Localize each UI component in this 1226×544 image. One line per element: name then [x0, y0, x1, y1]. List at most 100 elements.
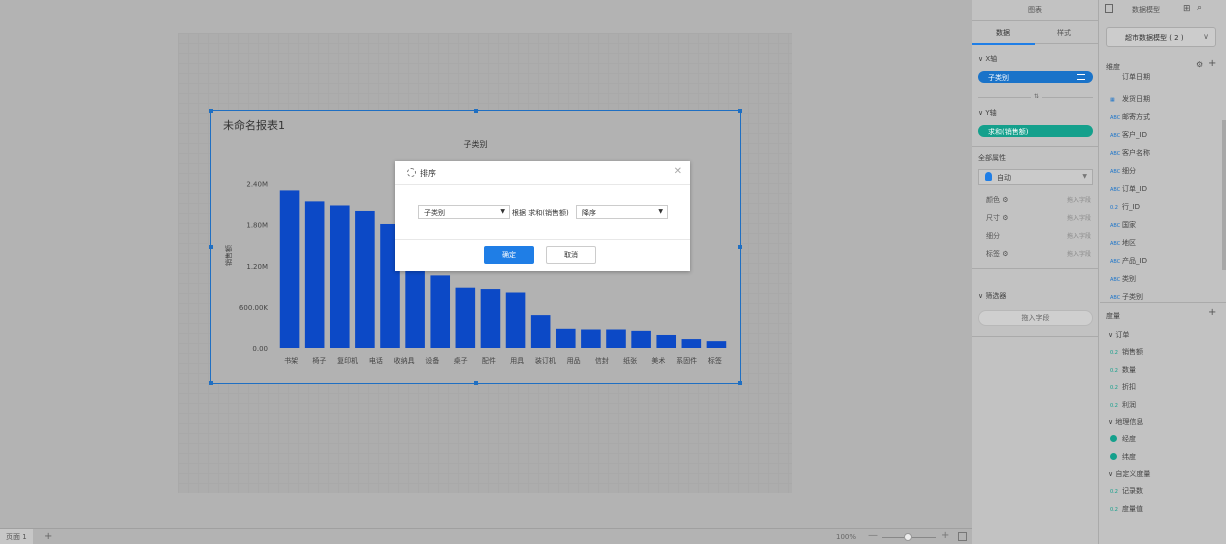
settings-icon[interactable]: ⚙: [1196, 60, 1203, 69]
dimension-field[interactable]: ABC 客户_ID: [1110, 130, 1147, 140]
page-tab[interactable]: 页面 1: [0, 529, 33, 544]
bar[interactable]: [279, 190, 300, 348]
dimension-field[interactable]: 订单日期: [1110, 72, 1150, 82]
bar[interactable]: [555, 328, 576, 348]
field-type-icon: ABC: [1110, 187, 1121, 193]
zoom-in-button[interactable]: +: [941, 530, 949, 541]
x-tick-label: 椅子: [312, 356, 326, 365]
field-name: 国家: [1122, 221, 1136, 229]
dimension-field[interactable]: ABC 细分: [1110, 166, 1136, 176]
measure-group[interactable]: ∨ 自定义度量: [1108, 469, 1150, 479]
prop-size[interactable]: 尺寸 ⚙ 拖入字段: [986, 213, 1091, 223]
dimension-field[interactable]: ▦ 发货日期: [1110, 94, 1150, 104]
dialog-body: 子类别 ▼ 根据 求和(销售额) 降序 ▼: [395, 185, 690, 240]
model-select[interactable]: 超市数据模型 ( 2 ) ∨: [1106, 27, 1216, 47]
measure-field[interactable]: 纬度: [1110, 452, 1136, 462]
bar[interactable]: [355, 210, 375, 348]
field-type-icon: ABC: [1110, 133, 1121, 139]
field-name: 地区: [1122, 239, 1136, 247]
measure-group-name: 地理信息: [1115, 418, 1144, 426]
x-axis-label: ∨ X轴: [978, 55, 998, 63]
bar[interactable]: [430, 275, 451, 348]
field-name: 纬度: [1122, 452, 1136, 461]
confirm-button[interactable]: 确定: [484, 246, 534, 264]
field-name: 折扣: [1122, 383, 1136, 391]
add-measure-icon[interactable]: +: [1208, 307, 1216, 318]
x-tick-label: 桌子: [454, 356, 468, 365]
collapse-icon[interactable]: [1105, 4, 1113, 13]
bar[interactable]: [581, 329, 601, 349]
measure-field[interactable]: 0.2 度量值: [1110, 504, 1143, 514]
x-tick-label: 配件: [482, 356, 496, 365]
dimension-field[interactable]: ABC 订单_ID: [1110, 184, 1147, 194]
dimension-field[interactable]: ABC 产品_ID: [1110, 256, 1147, 266]
bar[interactable]: [706, 341, 727, 348]
field-name: 客户名称: [1122, 149, 1150, 157]
sort-dialog: 排序 ✕ 子类别 ▼ 根据 求和(销售额) 降序 ▼ 确定 取消: [395, 161, 690, 271]
sort-icon[interactable]: [1077, 74, 1085, 80]
y-axis-label: ∨ Y轴: [978, 109, 997, 117]
x-tick-label: 书架: [284, 356, 298, 365]
sort-field-select[interactable]: 子类别 ▼: [418, 205, 510, 219]
field-name: 客户_ID: [1122, 131, 1147, 139]
model-select-value: 超市数据模型 ( 2 ): [1125, 34, 1184, 42]
dimension-field[interactable]: ABC 子类别: [1110, 292, 1143, 302]
measure-field[interactable]: 0.2 利润: [1110, 400, 1136, 410]
prop-label[interactable]: 标签 ⚙ 拖入字段: [986, 249, 1091, 259]
bar[interactable]: [329, 205, 350, 348]
bar[interactable]: [480, 289, 501, 348]
add-dimension-icon[interactable]: +: [1208, 58, 1216, 69]
bar[interactable]: [631, 330, 651, 348]
y-axis-title: 销售额: [224, 245, 233, 266]
add-page-button[interactable]: +: [44, 531, 52, 542]
prop-color[interactable]: 颜色 ⚙ 拖入字段: [986, 195, 1091, 205]
dimension-field[interactable]: ABC 邮寄方式: [1110, 112, 1150, 122]
dimension-field[interactable]: ABC 客户名称: [1110, 148, 1150, 158]
filter-drop-zone[interactable]: 拖入字段: [978, 310, 1093, 326]
zoom-slider-thumb[interactable]: [904, 533, 912, 541]
field-type-icon: ABC: [1110, 115, 1121, 121]
zoom-out-button[interactable]: —: [868, 530, 878, 541]
dimension-field[interactable]: ABC 地区: [1110, 238, 1136, 248]
measure-field[interactable]: 经度: [1110, 434, 1136, 444]
measure-field[interactable]: 0.2 记录数: [1110, 486, 1143, 496]
bar[interactable]: [606, 329, 626, 349]
x-tick-label: 纸张: [623, 356, 637, 365]
bar[interactable]: [681, 339, 702, 348]
search-icon[interactable]: ⌕: [1197, 3, 1202, 13]
sort-order-select[interactable]: 降序 ▼: [576, 205, 668, 219]
x-tick-label: 系固件: [676, 356, 697, 365]
dimension-field[interactable]: ABC 国家: [1110, 220, 1136, 230]
field-name: 销售额: [1122, 348, 1143, 356]
sort-order-value: 降序: [582, 209, 596, 217]
tab-data[interactable]: 数据: [996, 28, 1010, 38]
field-name: 数量: [1122, 365, 1136, 374]
bar[interactable]: [304, 201, 325, 348]
bar[interactable]: [505, 292, 526, 349]
measure-field[interactable]: 0.2 销售额: [1110, 347, 1143, 357]
bar[interactable]: [455, 287, 476, 348]
tab-style[interactable]: 样式: [1057, 28, 1071, 38]
mark-type-select[interactable]: 自动 ▼: [978, 169, 1093, 185]
bar[interactable]: [656, 334, 677, 348]
swap-axes-icon[interactable]: ⇅: [1031, 93, 1043, 100]
prop-detail[interactable]: 细分 拖入字段: [986, 231, 1091, 241]
dimension-field[interactable]: ABC 类别: [1110, 274, 1136, 284]
chevron-down-icon: ▼: [658, 208, 663, 215]
bar[interactable]: [530, 315, 551, 348]
all-props-label: 全部属性: [978, 154, 1006, 162]
measure-field[interactable]: 0.2 折扣: [1110, 382, 1136, 392]
grid-icon[interactable]: ⊞: [1183, 4, 1191, 14]
x-field-pill[interactable]: 子类别: [978, 71, 1093, 83]
close-icon[interactable]: ✕: [674, 166, 682, 177]
scrollbar[interactable]: [1222, 120, 1226, 270]
fit-screen-icon[interactable]: [958, 532, 967, 541]
cancel-button[interactable]: 取消: [546, 246, 596, 264]
measure-field[interactable]: 0.2 数量: [1110, 365, 1136, 375]
numeric-field-icon: 0.2: [1110, 506, 1118, 513]
measure-group[interactable]: ∨ 订单: [1108, 330, 1129, 340]
active-tab-indicator: [972, 43, 1035, 45]
dimension-field[interactable]: 0.2 行_ID: [1110, 202, 1140, 212]
measure-group[interactable]: ∨ 地理信息: [1108, 417, 1143, 427]
y-field-pill[interactable]: 求和(销售额): [978, 125, 1093, 137]
